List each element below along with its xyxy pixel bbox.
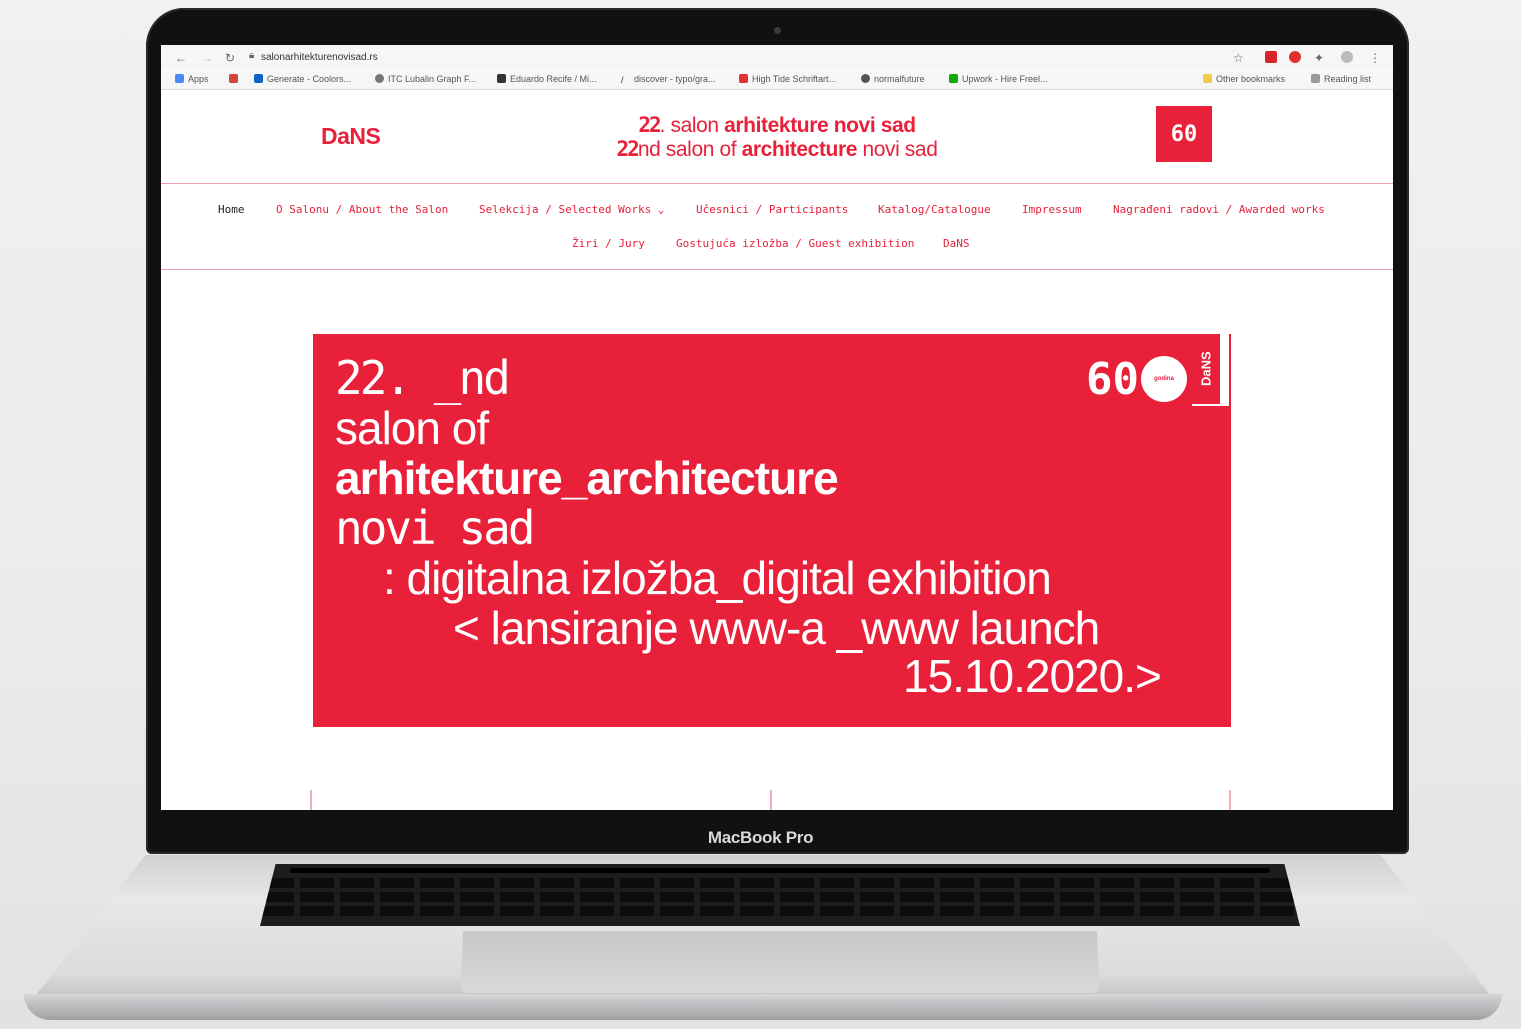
header-text: nd salon of: [637, 138, 742, 161]
trackpad: [460, 931, 1100, 993]
main-nav: Home O Salonu / About the Salon Selekcij…: [161, 185, 1393, 270]
pdf-extension-icon[interactable]: [1265, 51, 1277, 63]
nav-selected-works[interactable]: Selekcija / Selected Works ⌄: [479, 203, 664, 216]
bookmark-hightide[interactable]: High Tide Schriftart...: [739, 74, 836, 84]
menu-dots-icon[interactable]: ⋮: [1369, 51, 1381, 65]
hero-text: novi sad: [335, 501, 536, 555]
column-divider: [1229, 790, 1231, 810]
itc-icon: [375, 74, 384, 83]
bookmark-discover[interactable]: / discover - typo/gra...: [621, 74, 716, 85]
bookmark-label: Eduardo Recife / Mi...: [510, 74, 597, 84]
gmail-icon: [229, 74, 238, 83]
forward-icon[interactable]: →: [201, 51, 213, 65]
adblock-extension-icon[interactable]: [1289, 51, 1301, 63]
header-text: . salon: [659, 114, 725, 137]
laptop-label: MacBook Pro: [707, 828, 814, 847]
bookmark-eduardo[interactable]: Eduardo Recife / Mi...: [497, 74, 597, 84]
apps-icon: [175, 74, 184, 83]
nav-impressum[interactable]: Impressum: [1022, 203, 1082, 216]
hero-logo-number: 60: [1086, 353, 1139, 405]
hero-line-4: novi sad: [335, 501, 536, 555]
bookmark-label: Apps: [188, 74, 209, 84]
camera-icon: [774, 27, 781, 34]
bookmark-label: normalfuture: [874, 74, 925, 84]
puzzle-icon[interactable]: ✦: [1314, 51, 1324, 65]
bookmark-reading-list[interactable]: Reading list: [1311, 74, 1371, 84]
keyboard: [260, 864, 1300, 926]
header-text: novi sad: [857, 138, 938, 161]
laptop-base-lip: [24, 994, 1502, 1020]
back-icon[interactable]: ←: [175, 51, 187, 65]
gmail-bookmark[interactable]: [229, 74, 242, 84]
header-bold-text: architecture: [741, 138, 858, 161]
anniversary-badge: 60: [1156, 106, 1212, 162]
nav-guest-exhibition[interactable]: Gostujuća izložba / Guest exhibition: [676, 237, 914, 250]
address-bar[interactable]: salonarhitekturenovisad.rs: [261, 52, 378, 63]
hero-text: 22. _nd: [335, 351, 511, 405]
bookmark-normalfuture[interactable]: normalfuture: [861, 74, 925, 84]
bookmark-label: Upwork - Hire Freel...: [962, 74, 1048, 84]
column-divider: [770, 790, 772, 810]
bookmark-label: discover - typo/gra...: [634, 74, 716, 84]
hero-line-2: salon of: [335, 402, 489, 454]
bookmark-coolors[interactable]: Generate - Coolors...: [254, 74, 351, 84]
hero-logo-circle: godina: [1140, 356, 1187, 402]
browser-toolbar: ← → ↻ 🔒︎ salonarhitekturenovisad.rs ☆ ✦ …: [161, 45, 1393, 70]
nav-awarded-works[interactable]: Nagrađeni radovi / Awarded works: [1113, 203, 1325, 216]
slash-icon: /: [621, 75, 624, 85]
hero-line-3: arhitekture_architecture: [335, 452, 839, 504]
bookmark-label: Generate - Coolors...: [267, 74, 352, 84]
header-bold-text: arhitekture novi sad: [724, 114, 916, 137]
hero-tab: DaNS: [1192, 334, 1229, 406]
header-number: 22: [616, 137, 640, 161]
upwork-icon: [949, 74, 958, 83]
column-divider: [310, 790, 312, 810]
key-row: [260, 892, 1300, 902]
normalfuture-icon: [861, 74, 870, 83]
screen: ← → ↻ 🔒︎ salonarhitekturenovisad.rs ☆ ✦ …: [161, 45, 1393, 810]
bookmark-label: ITC Lubalin Graph F...: [388, 74, 477, 84]
hightide-icon: [739, 74, 748, 83]
nav-home[interactable]: Home: [218, 203, 245, 216]
lock-icon: 🔒︎: [249, 50, 255, 61]
bookmark-apps[interactable]: Apps: [175, 74, 209, 84]
nav-about[interactable]: O Salonu / About the Salon: [276, 203, 448, 216]
bookmark-itc[interactable]: ITC Lubalin Graph F...: [375, 74, 476, 84]
hero-line-7: 15.10.2020.>: [903, 650, 1162, 702]
reading-list-icon: [1311, 74, 1320, 83]
touch-bar: [290, 868, 1270, 873]
bookmark-label: Reading list: [1324, 74, 1372, 84]
nav-dans[interactable]: DaNS: [943, 237, 970, 250]
hero-line-5: : digitalna izložba_digital exhibition: [383, 552, 1052, 604]
key-row: [260, 878, 1300, 888]
site-header: DaNS 22. salon arhitekture novi sad 22nd…: [161, 95, 1393, 184]
key-row: [260, 906, 1300, 916]
nav-catalogue[interactable]: Katalog/Catalogue: [878, 203, 991, 216]
coolors-icon: [254, 74, 263, 83]
eduardo-icon: [497, 74, 506, 83]
bookmark-label: Other bookmarks: [1216, 74, 1286, 84]
bookmarks-bar: Apps Generate - Coolors... ITC Lubalin G…: [161, 71, 1393, 90]
hero-tab-label: DaNS: [1192, 334, 1220, 404]
nav-jury[interactable]: Žiri / Jury: [572, 237, 645, 250]
folder-icon: [1203, 74, 1212, 83]
hero-logo: 60 godina: [1086, 353, 1187, 405]
profile-avatar[interactable]: [1341, 51, 1353, 63]
star-icon[interactable]: ☆: [1233, 51, 1244, 65]
nav-participants[interactable]: Učesnici / Participants: [696, 203, 848, 216]
header-number: 22: [638, 113, 661, 137]
reload-icon[interactable]: ↻: [225, 51, 235, 65]
bookmark-other[interactable]: Other bookmarks: [1203, 74, 1285, 84]
bookmark-label: High Tide Schriftart...: [752, 74, 837, 84]
hero-banner: 60 godina 22. _nd salon of arhitekture_ar…: [313, 334, 1231, 727]
hero-line-6: < lansiranje www-a _www launch: [453, 602, 1100, 654]
bookmark-upwork[interactable]: Upwork - Hire Freel...: [949, 74, 1048, 84]
hero-line-1: 22. _nd: [335, 351, 511, 405]
